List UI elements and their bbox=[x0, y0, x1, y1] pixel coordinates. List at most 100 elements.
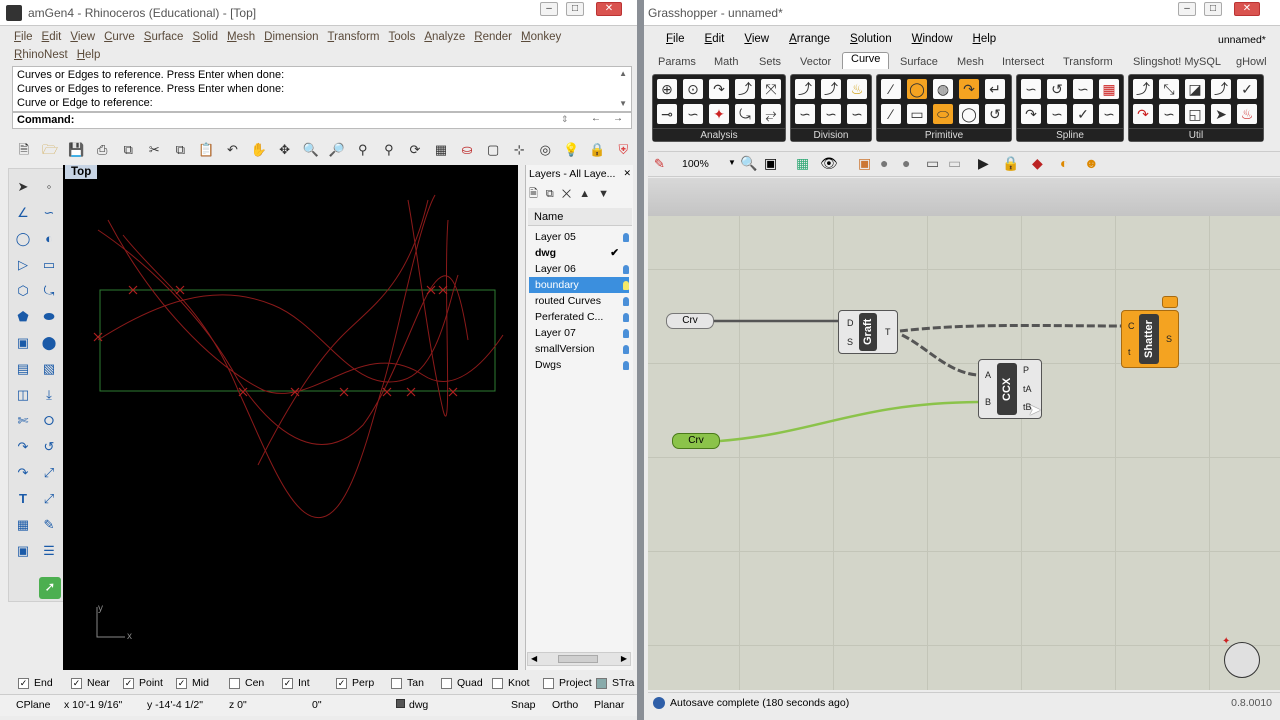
navigation-compass[interactable] bbox=[1224, 642, 1260, 678]
zoom-value[interactable]: 100% bbox=[682, 158, 709, 170]
rotate-view-icon[interactable]: ⟳ bbox=[405, 140, 425, 160]
viewport-layout-icon[interactable]: ▦ bbox=[431, 140, 451, 160]
polygon-icon[interactable]: ▷ bbox=[13, 255, 33, 275]
component-icon[interactable]: ↵ bbox=[985, 79, 1005, 99]
text-icon[interactable]: T bbox=[13, 489, 33, 509]
component-icon[interactable]: ↺ bbox=[985, 104, 1005, 124]
group-icon[interactable]: ● bbox=[880, 155, 888, 171]
layer-visibility-icon[interactable] bbox=[623, 233, 629, 242]
component-icon[interactable]: ✦ bbox=[709, 104, 729, 124]
osnap-checkbox[interactable]: ✓ bbox=[282, 677, 293, 689]
osnap-checkbox[interactable] bbox=[229, 677, 240, 689]
snap-toggle[interactable]: Snap bbox=[511, 697, 536, 713]
rhino-menu-view[interactable]: View bbox=[70, 28, 95, 46]
osnap-checkbox[interactable] bbox=[441, 677, 452, 689]
rhino-menu-curve[interactable]: Curve bbox=[104, 28, 135, 46]
rhino-menu-edit[interactable]: Edit bbox=[42, 28, 62, 46]
zoom-selected-icon[interactable]: ⚲ bbox=[379, 140, 399, 160]
gh-minimize-button[interactable]: – bbox=[1178, 2, 1196, 16]
component-icon[interactable]: ◍ bbox=[933, 79, 953, 99]
component-icon[interactable]: ▭ bbox=[907, 104, 927, 124]
mesh-plane-icon[interactable]: ▧ bbox=[39, 359, 59, 379]
osnap-checkbox[interactable] bbox=[596, 677, 607, 689]
component-icon[interactable]: ↺ bbox=[1047, 79, 1067, 99]
dimension-icon[interactable]: ⤢ bbox=[39, 489, 59, 509]
component-icon[interactable]: ⬭ bbox=[933, 104, 953, 124]
component-icon[interactable]: ◯ bbox=[907, 79, 927, 99]
osnap-checkbox[interactable]: ✓ bbox=[71, 677, 82, 689]
component-icon[interactable]: ∽ bbox=[795, 104, 815, 124]
point-icon[interactable]: ◦ bbox=[39, 177, 59, 197]
crv-param-2[interactable]: Crv bbox=[672, 433, 720, 449]
lightbulb-icon[interactable]: 💡 bbox=[561, 140, 581, 160]
layer-row[interactable]: Perferated C... bbox=[529, 309, 629, 325]
rhino-minimize-button[interactable]: – bbox=[540, 2, 558, 16]
status-layer[interactable]: dwg bbox=[409, 697, 428, 713]
eraser-icon[interactable]: ✎ bbox=[654, 156, 665, 172]
zoom-icon[interactable]: 🔍 bbox=[301, 140, 321, 160]
gh-menu-edit[interactable]: Edit bbox=[705, 30, 725, 48]
open-folder-icon[interactable]: 🗁 bbox=[40, 140, 60, 160]
cut-icon[interactable]: ✂ bbox=[144, 140, 164, 160]
gh-tab-surface[interactable]: Surface bbox=[900, 56, 938, 68]
select-icon[interactable]: ⊹ bbox=[509, 140, 529, 160]
component-icon[interactable]: ⤴ bbox=[821, 79, 841, 99]
layer-row[interactable]: dwg ✔ bbox=[529, 245, 629, 261]
component-icon[interactable]: ▦ bbox=[1099, 79, 1119, 99]
component-icon[interactable]: ∕ bbox=[881, 79, 901, 99]
viewport-top[interactable]: Top y x bbox=[63, 165, 518, 670]
zoom-window-icon[interactable]: 🔎 bbox=[327, 140, 347, 160]
layer-row[interactable]: boundary bbox=[529, 277, 629, 293]
rectangle-icon[interactable]: ▭ bbox=[39, 255, 59, 275]
layer-visibility-icon[interactable] bbox=[623, 329, 629, 338]
layer-row[interactable]: Layer 05 bbox=[529, 229, 629, 245]
osnap-project[interactable]: Project bbox=[543, 676, 592, 690]
shatter-input-c[interactable]: C bbox=[1128, 321, 1135, 331]
shatter-input-t[interactable]: t bbox=[1128, 347, 1131, 357]
ortho-toggle[interactable]: Ortho bbox=[552, 697, 578, 713]
scroll-thumb[interactable] bbox=[558, 655, 598, 663]
paste-icon[interactable]: 📋 bbox=[196, 140, 216, 160]
rhino-close-button[interactable]: ✕ bbox=[596, 2, 622, 16]
layer-visibility-icon[interactable] bbox=[623, 345, 629, 354]
zoom-extents-icon[interactable]: ▣ bbox=[764, 155, 777, 172]
gh-maximize-button[interactable]: □ bbox=[1204, 2, 1222, 16]
layer-row[interactable]: Dwgs bbox=[529, 357, 629, 373]
rhino-menu-dimension[interactable]: Dimension bbox=[264, 28, 318, 46]
zoom-dropdown-icon[interactable]: ▼ bbox=[728, 158, 736, 167]
gh-tab-params[interactable]: Params bbox=[658, 56, 696, 68]
rhino-titlebar[interactable]: amGen4 - Rhinoceros (Educational) - [Top… bbox=[0, 0, 637, 26]
extrude-icon[interactable]: ⤓ bbox=[39, 385, 59, 405]
osnap-quad[interactable]: Quad bbox=[441, 676, 483, 690]
shade-icon[interactable]: ◐ bbox=[1060, 155, 1068, 171]
new-sublayer-icon[interactable]: ⧉ bbox=[546, 188, 562, 200]
scroll-right-icon[interactable]: ▶ bbox=[621, 654, 627, 663]
gh-doc-name[interactable]: unnamed* bbox=[1218, 34, 1266, 46]
layer-visibility-icon[interactable] bbox=[623, 265, 629, 274]
component-icon[interactable]: ✓ bbox=[1237, 79, 1257, 99]
boolean-icon[interactable]: ◫ bbox=[13, 385, 33, 405]
component-icon[interactable]: ↷ bbox=[959, 79, 979, 99]
map-icon[interactable]: ▦ bbox=[796, 155, 809, 172]
layer-visibility-icon[interactable] bbox=[623, 281, 629, 290]
layer-row[interactable]: Layer 06 bbox=[529, 261, 629, 277]
component-icon[interactable]: ⤴ bbox=[735, 79, 755, 99]
lock-icon[interactable]: 🔒 bbox=[587, 140, 607, 160]
export-icon[interactable]: ⧉ bbox=[118, 140, 138, 160]
copy-icon[interactable]: ⧉ bbox=[170, 140, 190, 160]
battery-icon[interactable]: ▭ bbox=[926, 155, 939, 172]
component-icon[interactable]: ♨ bbox=[847, 79, 867, 99]
osnap-checkbox[interactable] bbox=[543, 677, 554, 689]
osnap-checkbox[interactable]: ✓ bbox=[18, 677, 29, 689]
move-down-icon[interactable]: ▼ bbox=[598, 188, 617, 200]
move-up-icon[interactable]: ▲ bbox=[579, 188, 598, 200]
grasshopper-icon[interactable]: ➚ bbox=[39, 577, 61, 599]
gh-canvas[interactable]: Crv Crv D S Graft T A B CCX P tA tB ➤ C … bbox=[648, 178, 1280, 690]
osnap-int[interactable]: ✓ Int bbox=[282, 676, 310, 690]
scale-icon[interactable]: ⤢ bbox=[39, 463, 59, 483]
gh-menu-help[interactable]: Help bbox=[973, 30, 997, 48]
scroll-left-icon[interactable]: ◀ bbox=[531, 654, 537, 663]
osnap-checkbox[interactable]: ✓ bbox=[123, 677, 134, 689]
component-icon[interactable]: ∕ bbox=[881, 104, 901, 124]
layer-row[interactable]: smallVersion bbox=[529, 341, 629, 357]
